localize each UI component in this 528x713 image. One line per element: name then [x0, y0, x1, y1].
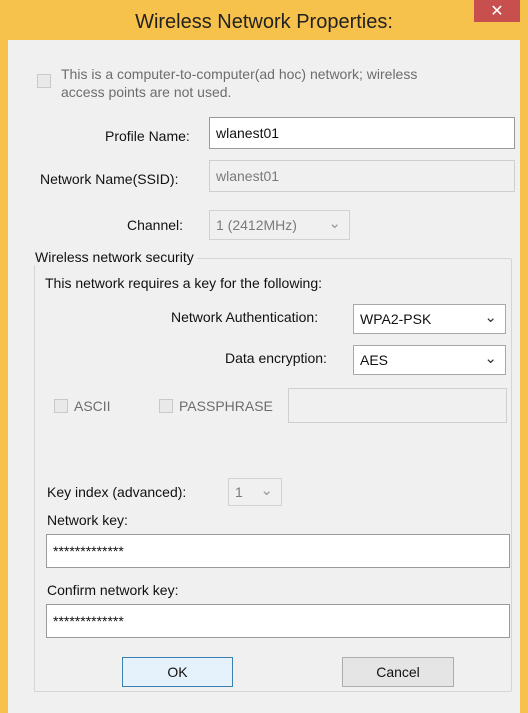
network-key-label: Network key: — [47, 512, 128, 528]
key-index-value: 1 — [235, 484, 243, 500]
passphrase-checkbox[interactable] — [159, 399, 173, 413]
passphrase-input[interactable] — [288, 388, 507, 423]
ascii-label: ASCII — [74, 398, 111, 414]
security-intro: This network requires a key for the foll… — [45, 275, 323, 291]
passphrase-label: PASSPHRASE — [179, 398, 273, 414]
auth-select[interactable]: WPA2-PSK ⌄ — [353, 304, 506, 334]
adhoc-label-line1: This is a computer-to-computer(ad hoc) n… — [61, 66, 418, 82]
chevron-down-icon: ⌄ — [484, 349, 497, 367]
encryption-value: AES — [360, 352, 389, 368]
auth-value: WPA2-PSK — [360, 311, 432, 327]
network-key-input[interactable] — [46, 534, 510, 568]
confirm-key-input[interactable] — [46, 604, 510, 638]
close-icon[interactable]: ✕ — [474, 0, 520, 22]
channel-value: 1 (2412MHz) — [216, 217, 297, 233]
channel-select[interactable]: 1 (2412MHz) ⌄ — [209, 210, 350, 240]
properties-dialog: Wireless Network Properties: ✕ This is a… — [0, 0, 528, 713]
ascii-checkbox[interactable] — [54, 399, 68, 413]
profile-name-input[interactable] — [209, 117, 515, 149]
chevron-down-icon: ⌄ — [328, 214, 341, 232]
key-index-select[interactable]: 1 ⌄ — [228, 478, 282, 506]
chevron-down-icon: ⌄ — [260, 481, 273, 499]
ssid-input[interactable] — [209, 160, 515, 192]
dialog-body: This is a computer-to-computer(ad hoc) n… — [8, 40, 520, 713]
key-index-label: Key index (advanced): — [47, 484, 187, 500]
window-title: Wireless Network Properties: — [135, 11, 393, 33]
encryption-select[interactable]: AES ⌄ — [353, 345, 506, 375]
title-bar[interactable]: Wireless Network Properties: ✕ — [0, 0, 528, 40]
chevron-down-icon: ⌄ — [484, 308, 497, 326]
cancel-button[interactable]: Cancel — [342, 657, 454, 687]
security-group-title: Wireless network security — [32, 249, 197, 265]
channel-label: Channel: — [127, 217, 184, 233]
auth-label: Network Authentication: — [171, 309, 319, 325]
adhoc-checkbox[interactable] — [37, 74, 51, 88]
profile-name-label: Profile Name: — [105, 128, 190, 144]
ssid-label: Network Name(SSID): — [40, 171, 179, 187]
encryption-label: Data encryption: — [225, 350, 327, 366]
confirm-key-label: Confirm network key: — [47, 582, 179, 598]
adhoc-label-line2: access points are not used. — [61, 84, 232, 100]
ok-button[interactable]: OK — [122, 657, 233, 687]
